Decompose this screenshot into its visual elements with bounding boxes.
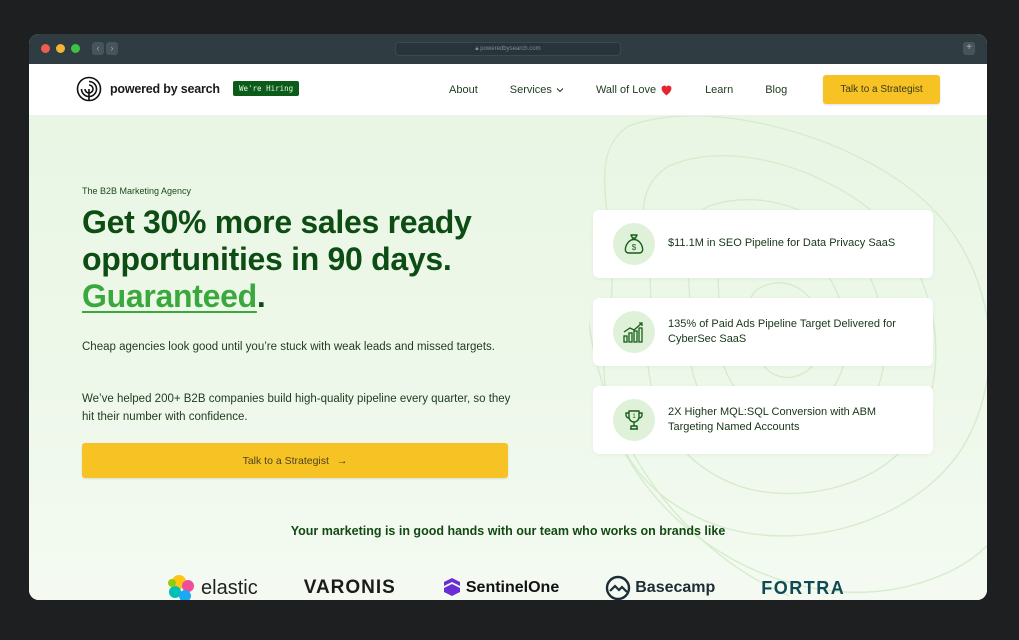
nav-wall-of-love-label: Wall of Love: [595, 84, 657, 96]
nav-services[interactable]: Services: [510, 84, 564, 96]
hero-cta-label: Talk to a Strategist: [242, 454, 329, 467]
hero-headline: Get 30% more sales ready opportunities i…: [82, 204, 542, 315]
stat-text: 2X Higher MQL:SQL Conversion with ABM Ta…: [668, 405, 877, 434]
chevron-down-icon: [556, 88, 564, 93]
header-talk-to-strategist-button[interactable]: Talk to a Strategist: [823, 75, 940, 104]
minimize-window-button[interactable]: [56, 44, 65, 53]
trophy-icon: 1: [613, 399, 655, 441]
new-tab-button[interactable]: +: [963, 42, 975, 55]
hiring-badge[interactable]: We're Hiring: [233, 81, 300, 96]
fingerprint-logo-icon: [76, 76, 102, 102]
nav-learn[interactable]: Learn: [705, 84, 733, 96]
maximize-window-button[interactable]: [71, 44, 80, 53]
window-controls: [41, 44, 80, 53]
arrow-right-icon: →: [336, 454, 348, 467]
hero-talk-to-strategist-button[interactable]: Talk to a Strategist →: [82, 443, 508, 478]
varonis-logo: VARONIS: [304, 577, 396, 599]
nav-services-label: Services: [509, 84, 552, 96]
back-arrow-icon[interactable]: ‹: [92, 42, 104, 55]
svg-text:1: 1: [632, 414, 636, 420]
stat-text: 135% of Paid Ads Pipeline Target Deliver…: [668, 317, 896, 346]
elastic-wordmark: elastic: [201, 576, 258, 599]
nav-about-label: About: [449, 84, 478, 96]
headline-accent: Guaranteed: [82, 278, 257, 314]
hero-paragraph-2: We’ve helped 200+ B2B companies build hi…: [82, 393, 511, 423]
growth-chart-icon: [613, 311, 655, 353]
logo-text: powered by search: [110, 82, 220, 96]
stat-card: 1 2X Higher MQL:SQL Conversion with ABM …: [593, 386, 933, 454]
lock-icon: 🔒︎: [475, 46, 479, 52]
brand-logos: elastic VARONIS SentinelOne Basecamp FOR…: [167, 574, 891, 600]
nav-about[interactable]: About: [449, 84, 478, 96]
main-nav: About Services Wall of Love Learn Blog: [449, 64, 819, 116]
headline-line-2: opportunities in 90 days.: [82, 241, 452, 277]
nav-blog[interactable]: Blog: [765, 84, 787, 96]
stat-text: $11.1M in SEO Pipeline for Data Privacy …: [668, 237, 896, 250]
site-header: powered by search We're Hiring About Ser…: [29, 64, 987, 116]
stat-card: 135% of Paid Ads Pipeline Target Deliver…: [593, 298, 933, 366]
sentinelone-wordmark: SentinelOne: [465, 579, 560, 596]
basecamp-mark-icon: [606, 575, 631, 600]
brands-title: Your marketing is in good hands with our…: [290, 524, 726, 538]
headline-period: .: [256, 278, 266, 314]
nav-wall-of-love[interactable]: Wall of Love: [596, 84, 673, 96]
nav-blog-label: Blog: [765, 84, 788, 96]
address-url: poweredbysearch.com: [480, 46, 541, 52]
nav-learn-label: Learn: [705, 84, 734, 96]
fortra-logo: FORTRA: [761, 578, 845, 599]
basecamp-logo: Basecamp: [605, 575, 715, 600]
headline-line-1: Get 30% more sales ready: [82, 204, 472, 240]
hero-paragraph-1: Cheap agencies look good until you’re st…: [82, 341, 495, 353]
browser-chrome: ‹ › 🔒︎ poweredbysearch.com +: [29, 34, 987, 64]
address-bar[interactable]: 🔒︎ poweredbysearch.com: [395, 42, 621, 56]
close-window-button[interactable]: [41, 44, 50, 53]
elastic-logo: elastic: [167, 574, 258, 600]
elastic-mark-icon: [168, 575, 194, 600]
basecamp-wordmark: Basecamp: [635, 579, 716, 596]
svg-text:$: $: [632, 243, 637, 252]
forward-arrow-icon[interactable]: ›: [106, 42, 118, 55]
stat-card: $ $11.1M in SEO Pipeline for Data Privac…: [593, 210, 933, 278]
sentinelone-mark-icon: [443, 578, 460, 596]
hero-section: The B2B Marketing Agency Get 30% more sa…: [29, 116, 987, 600]
site-logo[interactable]: powered by search: [76, 76, 220, 102]
sentinelone-logo: SentinelOne: [442, 577, 559, 599]
money-bag-icon: $: [613, 223, 655, 265]
fortra-wordmark: FORTRA: [761, 577, 846, 598]
heart-icon: [661, 85, 672, 96]
hero-eyebrow: The B2B Marketing Agency: [82, 186, 192, 196]
history-controls: ‹ ›: [92, 42, 118, 55]
varonis-wordmark: VARONIS: [303, 577, 396, 598]
browser-window: ‹ › 🔒︎ poweredbysearch.com + powered by …: [29, 34, 987, 600]
